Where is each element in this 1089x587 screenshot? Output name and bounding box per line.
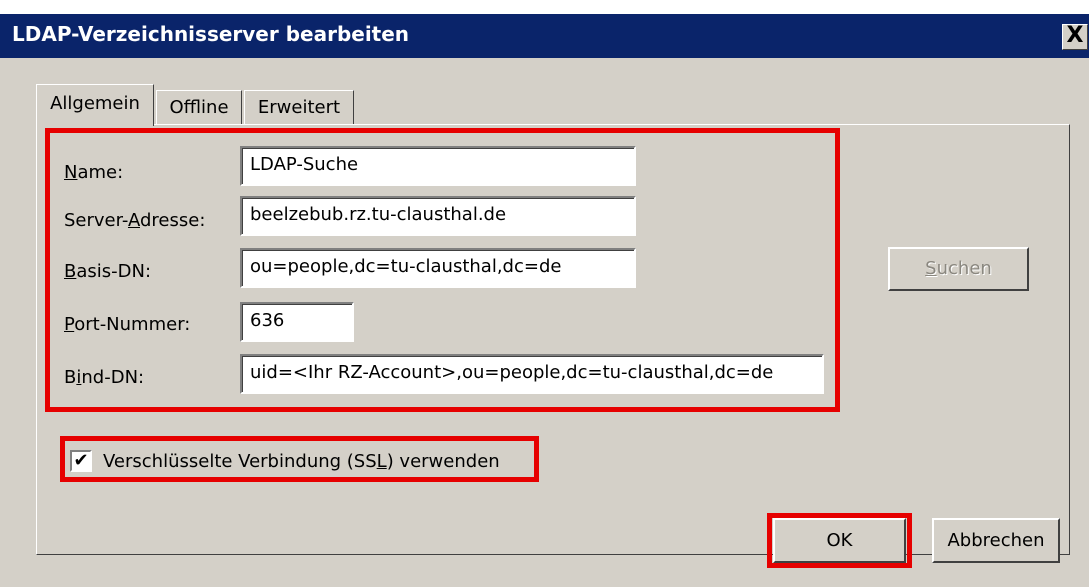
- tab-offline-label: Offline: [169, 97, 229, 118]
- highlight-form-fields: [45, 128, 840, 412]
- search-button[interactable]: Suchen: [888, 247, 1029, 291]
- highlight-ok-button: [767, 513, 912, 568]
- title-bar[interactable]: LDAP-Verzeichnisserver bearbeiten X: [0, 14, 1089, 58]
- ldap-server-dialog: LDAP-Verzeichnisserver bearbeiten X Allg…: [0, 0, 1089, 587]
- tab-allgemein[interactable]: Allgemein: [36, 84, 154, 126]
- close-icon: X: [1066, 23, 1084, 48]
- tab-erweitert[interactable]: Erweitert: [244, 90, 354, 128]
- highlight-ssl-option: [60, 436, 539, 482]
- close-button[interactable]: X: [1062, 24, 1088, 50]
- tab-erweitert-label: Erweitert: [257, 97, 341, 118]
- tab-offline[interactable]: Offline: [156, 90, 242, 128]
- tab-allgemein-label: Allgemein: [50, 93, 140, 114]
- window-title: LDAP-Verzeichnisserver bearbeiten: [12, 22, 410, 46]
- dialog-client-area: Allgemein Offline Erweitert Name: Server…: [0, 58, 1089, 587]
- cancel-button[interactable]: Abbrechen: [932, 518, 1060, 563]
